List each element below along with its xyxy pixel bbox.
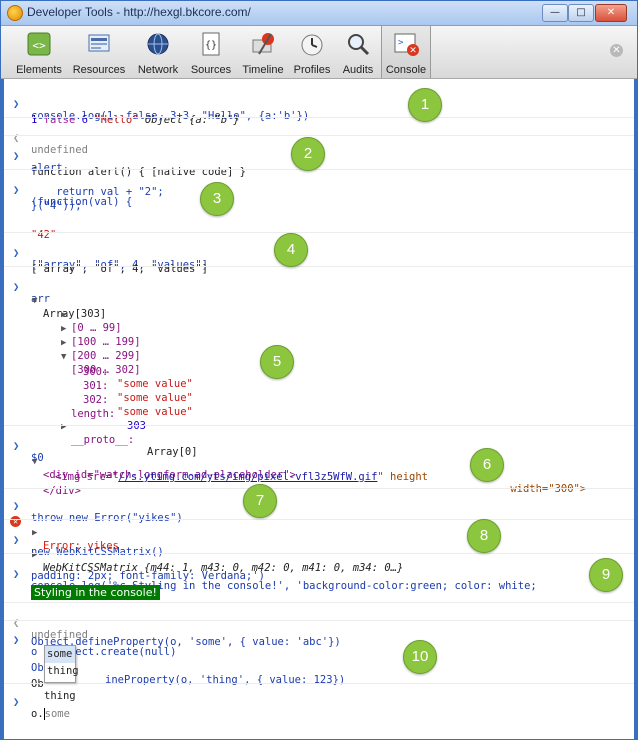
tab-timeline[interactable]: Timeline xyxy=(239,26,287,78)
window-title: Developer Tools - http://hexgl.bkcore.co… xyxy=(27,5,251,19)
annotation-badge: 10 xyxy=(403,640,437,674)
annotation-badge: 4 xyxy=(274,233,308,267)
annotation-badge: 2 xyxy=(291,137,325,171)
svg-text:✕: ✕ xyxy=(409,46,417,56)
tab-profiles[interactable]: Profiles xyxy=(289,26,335,78)
tab-sources-label: Sources xyxy=(190,64,232,76)
tab-network-label: Network xyxy=(137,64,179,76)
panel-toolbar: <> Elements Resources Network {} Sources… xyxy=(1,26,637,79)
title-bar: Developer Tools - http://hexgl.bkcore.co… xyxy=(1,1,637,26)
minimize-button[interactable]: — xyxy=(542,4,568,22)
annotation-badge: 7 xyxy=(243,484,277,518)
window-border-left xyxy=(1,79,4,739)
autocomplete-option[interactable]: some xyxy=(45,646,75,663)
tab-audits[interactable]: Audits xyxy=(337,26,379,78)
svg-text:>: > xyxy=(398,38,404,48)
chrome-app-icon xyxy=(7,5,23,21)
prompt-icon: ❯ xyxy=(13,696,20,708)
audits-icon xyxy=(348,34,370,56)
tab-profiles-label: Profiles xyxy=(293,64,331,76)
tab-elements[interactable]: <> Elements xyxy=(13,26,65,78)
console-input[interactable]: o.some xyxy=(31,708,70,720)
tab-audits-label: Audits xyxy=(342,64,374,76)
console-panel: ❯ console.log(1, false, 3+3, "Hello", {a… xyxy=(1,79,637,739)
tab-resources-label: Resources xyxy=(72,64,126,76)
maximize-button[interactable]: □ xyxy=(568,4,594,22)
annotation-badge: 8 xyxy=(467,519,501,553)
devtools-window: Developer Tools - http://hexgl.bkcore.co… xyxy=(0,0,638,740)
console-command-continued: Object.defineProperty(o, 'some', { value… xyxy=(31,636,341,648)
typed-text: o. xyxy=(31,708,44,720)
console-command-continued: return val + "2"; xyxy=(31,186,164,198)
tab-resources[interactable]: Resources xyxy=(69,26,129,78)
resources-icon xyxy=(88,34,110,52)
profiles-icon xyxy=(301,34,323,56)
svg-text:<>: <> xyxy=(32,39,46,52)
styled-log-output: Styling in the console! xyxy=(31,585,160,600)
annotation-badge: 6 xyxy=(470,448,504,482)
console-prompt[interactable]: ❯ o.some xyxy=(1,684,637,732)
close-window-button[interactable]: ✕ xyxy=(595,4,627,22)
annotation-badge: 3 xyxy=(200,182,234,216)
tab-sources[interactable]: {} Sources xyxy=(187,26,235,78)
autocomplete-hint: some xyxy=(44,708,70,720)
console-command-continued: }("4")); xyxy=(31,200,82,212)
console-icon: >✕ xyxy=(394,33,419,56)
sources-icon: {} xyxy=(202,32,220,56)
console-command-continued: padding: 2px; font-family: Verdana;') xyxy=(31,570,265,582)
annotation-badge: 9 xyxy=(589,558,623,592)
prompt-icon: ❯ xyxy=(13,568,20,580)
tab-timeline-label: Timeline xyxy=(242,64,284,76)
prompt-icon: ❯ xyxy=(13,634,20,646)
prompt-icon: ❯ xyxy=(13,184,20,196)
elements-icon: <> xyxy=(27,32,51,56)
annotation-badge: 1 xyxy=(408,88,442,122)
timeline-icon xyxy=(252,33,274,55)
window-border-right xyxy=(634,79,637,739)
network-icon xyxy=(147,33,169,55)
close-panel-icon[interactable]: ✕ xyxy=(610,44,623,57)
tab-network[interactable]: Network xyxy=(133,26,183,78)
tab-console-label: Console xyxy=(385,64,427,76)
annotation-badge: 5 xyxy=(260,345,294,379)
tab-elements-label: Elements xyxy=(16,64,62,76)
autocomplete-popup: some thing xyxy=(44,645,79,683)
svg-text:{}: {} xyxy=(205,40,217,51)
autocomplete-option[interactable]: thing xyxy=(45,663,79,680)
tab-console[interactable]: > ✕ Console xyxy=(381,26,431,78)
